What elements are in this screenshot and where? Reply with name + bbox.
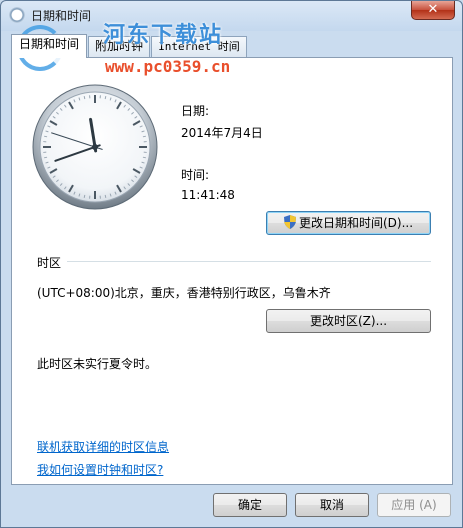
- close-button[interactable]: ✕: [411, 1, 455, 20]
- minute-tick: [104, 194, 107, 198]
- minute-tick: [44, 135, 48, 138]
- change-timezone-label: 更改时区(Z)...: [309, 314, 388, 328]
- cancel-label: 取消: [319, 498, 344, 512]
- how-to-set-clock-link[interactable]: 我如何设置时钟和时区?: [37, 461, 163, 478]
- clock-center: [92, 144, 98, 150]
- watermark-title: 河东下载站: [103, 23, 224, 48]
- dst-note: 此时区未实行夏令时。: [37, 357, 158, 371]
- minute-tick: [44, 156, 48, 159]
- date-time-dialog: 日期和时间 ✕ 日期和时间 附加时钟 Internet 时间 日期: 2014年…: [0, 0, 463, 528]
- analog-clock: [32, 84, 158, 210]
- uac-shield-icon: [283, 215, 296, 229]
- date-value: 2014年7月4日: [181, 126, 263, 140]
- apply-label: 应用 (A): [391, 498, 437, 512]
- tab-date-time[interactable]: 日期和时间: [11, 34, 87, 58]
- change-date-time-button[interactable]: 更改日期和时间(D)...: [266, 211, 431, 235]
- section-divider: [67, 261, 431, 262]
- cancel-button[interactable]: 取消: [295, 493, 369, 517]
- time-value: 11:41:48: [181, 188, 235, 202]
- ok-button[interactable]: 确定: [213, 493, 287, 517]
- tab-label: 日期和时间: [18, 37, 79, 51]
- time-label: 时间:: [181, 168, 210, 182]
- timezone-section-label: 时区: [37, 256, 62, 270]
- minute-tick: [142, 156, 146, 159]
- ok-label: 确定: [237, 498, 262, 512]
- minute-tick: [83, 96, 86, 100]
- minute-tick: [83, 194, 86, 198]
- close-icon: ✕: [427, 2, 439, 17]
- online-timezone-info-link[interactable]: 联机获取详细的时区信息: [37, 438, 169, 455]
- minute-tick: [142, 135, 146, 138]
- date-label: 日期:: [181, 104, 210, 118]
- minute-tick: [104, 96, 107, 100]
- watermark-url: www.pc0359.cn: [105, 57, 231, 76]
- timezone-value: (UTC+08:00)北京，重庆，香港特别行政区，乌鲁木齐: [37, 286, 331, 300]
- apply-button[interactable]: 应用 (A): [377, 493, 451, 517]
- change-date-time-label: 更改日期和时间(D)...: [298, 216, 414, 230]
- change-timezone-button[interactable]: 更改时区(Z)...: [266, 309, 431, 333]
